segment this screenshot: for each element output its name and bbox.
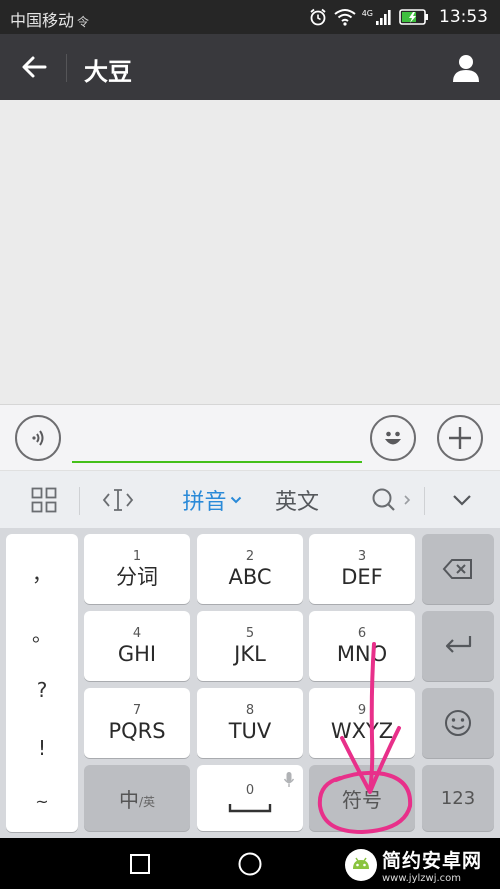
space-key[interactable]: 0: [197, 765, 303, 831]
symbol-key[interactable]: 符号: [309, 765, 415, 831]
person-icon: [453, 55, 479, 82]
key-8[interactable]: 8 TUV: [197, 688, 303, 758]
english-label: 英文: [274, 490, 319, 515]
backspace-icon: [442, 559, 472, 579]
key-7[interactable]: 7 PQRS: [84, 688, 190, 758]
toolbar-divider: [424, 487, 425, 515]
emoji-key[interactable]: [422, 688, 494, 758]
punctuation-exclamation[interactable]: !: [6, 736, 78, 760]
home-button[interactable]: [236, 850, 264, 878]
arrow-left-icon: [22, 56, 47, 78]
punctuation-period[interactable]: 。: [6, 618, 78, 647]
punctuation-column[interactable]: ， 。 ? ! ~: [6, 534, 78, 832]
title-divider: [66, 54, 67, 82]
key-4[interactable]: 4 GHI: [84, 611, 190, 681]
circle-icon: [238, 852, 262, 876]
status-icons: 4G 13:53: [308, 6, 488, 28]
smiley-icon: [445, 710, 471, 736]
network-type: 4G: [361, 8, 373, 18]
watermark: 简约安卓网 www.jylzwj.com: [344, 843, 494, 887]
plus-icon: [449, 427, 471, 449]
carrier-name: 中国移动令: [10, 11, 90, 30]
ime-search-button[interactable]: [360, 471, 422, 529]
back-button[interactable]: [14, 48, 54, 86]
backspace-key[interactable]: [422, 534, 494, 604]
pinyin-mode-tab[interactable]: 拼音: [174, 471, 250, 529]
space-bar-icon: [228, 803, 272, 812]
key-3[interactable]: 3 DEF: [309, 534, 415, 604]
chevron-down-icon: [453, 495, 471, 506]
english-mode-tab[interactable]: 英文: [266, 471, 328, 529]
key-9[interactable]: 9 WXYZ: [309, 688, 415, 758]
key-5[interactable]: 5 JKL: [197, 611, 303, 681]
title-bar: 大豆: [0, 34, 500, 100]
alarm-icon: [310, 8, 326, 26]
status-bar: 中国移动令 4G 13:53: [0, 0, 500, 34]
carrier-signal-icon: 令: [77, 15, 90, 29]
battery-charging-icon: [399, 9, 428, 25]
smiley-icon: [385, 431, 401, 445]
cursor-move-icon: [102, 489, 134, 511]
message-input[interactable]: [72, 419, 362, 463]
grid-icon: [31, 487, 57, 513]
search-icon: [372, 488, 395, 511]
hide-keyboard-button[interactable]: [440, 471, 484, 529]
message-list[interactable]: [0, 100, 500, 404]
key-1[interactable]: 1 分词: [84, 534, 190, 604]
cursor-move-button[interactable]: [96, 471, 140, 529]
more-functions-button[interactable]: [437, 415, 483, 461]
recents-button[interactable]: [126, 850, 154, 878]
watermark-text: 简约安卓网 www.jylzwj.com: [382, 846, 482, 884]
number-key[interactable]: 123: [422, 765, 494, 831]
android-logo-icon: [345, 849, 377, 881]
enter-key[interactable]: [422, 611, 494, 681]
chevron-right-icon: [404, 495, 411, 505]
wifi-icon: [334, 9, 356, 26]
input-bar: [0, 404, 500, 470]
punctuation-comma[interactable]: ，: [6, 558, 78, 587]
voice-button[interactable]: [15, 415, 61, 461]
clock: 13:53: [439, 7, 488, 27]
zh-en-switch-key[interactable]: 中/英: [84, 765, 190, 831]
enter-icon: [445, 636, 472, 653]
chat-title: 大豆: [84, 58, 132, 86]
t9-keyboard: ， 。 ? ! ~ 1 分词 2 ABC 3 DEF 4 GHI 5 JKL 6…: [0, 528, 500, 838]
profile-button[interactable]: [446, 48, 486, 88]
punctuation-tilde[interactable]: ~: [6, 792, 78, 811]
emoji-button[interactable]: [370, 415, 416, 461]
ime-toolbar: 拼音 英文: [0, 470, 500, 528]
pinyin-label: 拼音: [182, 490, 227, 515]
ime-menu-button[interactable]: [22, 471, 66, 529]
key-2[interactable]: 2 ABC: [197, 534, 303, 604]
watermark-title: 简约安卓网: [382, 850, 483, 872]
punctuation-question[interactable]: ?: [6, 678, 78, 702]
toolbar-divider: [79, 487, 80, 515]
chevron-down-icon: [230, 496, 241, 504]
watermark-url: www.jylzwj.com: [382, 873, 462, 884]
microphone-icon: [283, 772, 295, 787]
key-6[interactable]: 6 MNO: [309, 611, 415, 681]
square-icon: [130, 854, 150, 874]
voice-icon: [32, 430, 44, 446]
cellular-signal-icon: [376, 10, 391, 25]
